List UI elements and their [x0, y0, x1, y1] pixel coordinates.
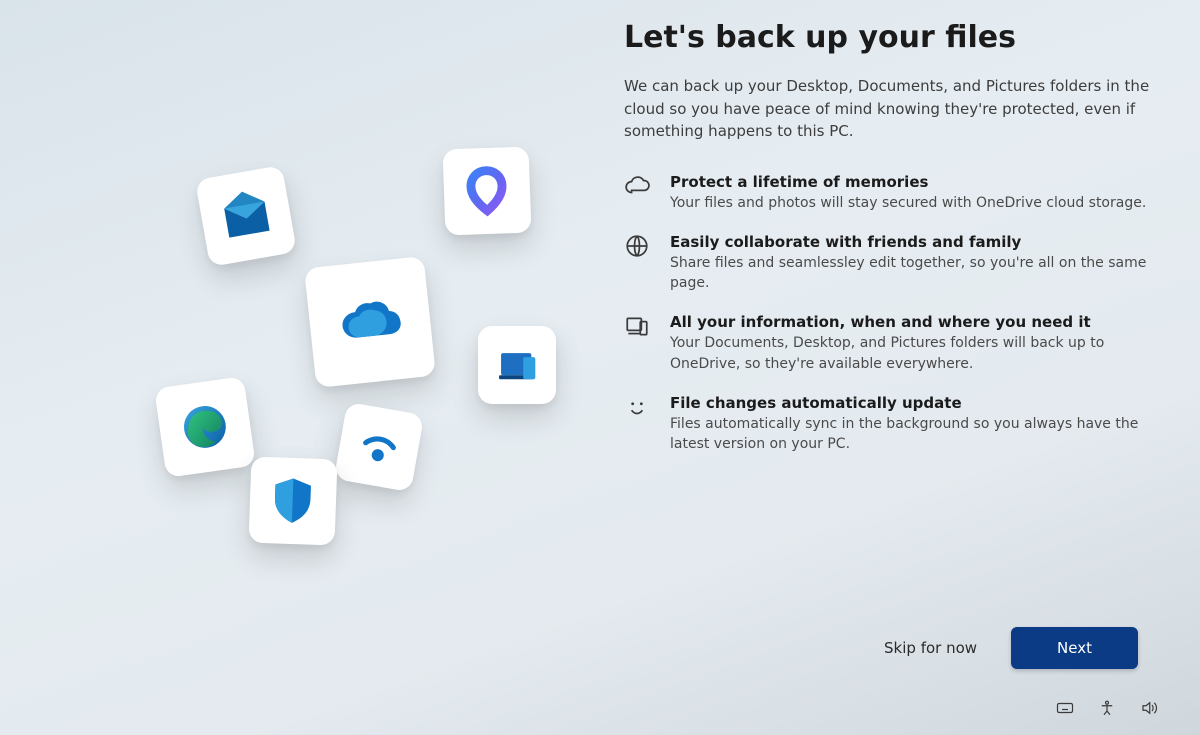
- feature-anywhere: All your information, when and where you…: [624, 313, 1154, 374]
- feature-protect-title: Protect a lifetime of memories: [670, 173, 1146, 191]
- feature-protect: Protect a lifetime of memories Your file…: [624, 173, 1154, 213]
- mail-icon: [195, 165, 297, 267]
- cloud-icon: [624, 173, 650, 199]
- phone-pc-icon: [624, 313, 650, 339]
- page-description: We can back up your Desktop, Documents, …: [624, 75, 1154, 143]
- devices-icon: [478, 326, 556, 404]
- footer-actions: Skip for now Next: [884, 627, 1138, 669]
- wifi-icon: [334, 402, 424, 492]
- globe-icon: [624, 233, 650, 259]
- smile-icon: [624, 394, 650, 420]
- edge-icon: [154, 376, 256, 478]
- onedrive-icon: [304, 256, 436, 388]
- feature-collaborate: Easily collaborate with friends and fami…: [624, 233, 1154, 294]
- next-button[interactable]: Next: [1011, 627, 1138, 669]
- shield-icon: [249, 457, 338, 546]
- page-title: Let's back up your files: [624, 20, 1154, 55]
- office-icon: [443, 147, 532, 236]
- feature-sync-body: Files automatically sync in the backgrou…: [670, 414, 1154, 455]
- feature-anywhere-title: All your information, when and where you…: [670, 313, 1154, 331]
- feature-collaborate-title: Easily collaborate with friends and fami…: [670, 233, 1154, 251]
- illustration-panel: [130, 140, 590, 560]
- volume-icon[interactable]: [1140, 699, 1158, 717]
- accessibility-icon[interactable]: [1098, 699, 1116, 717]
- feature-sync: File changes automatically update Files …: [624, 394, 1154, 455]
- feature-collaborate-body: Share files and seamlessley edit togethe…: [670, 253, 1154, 294]
- feature-sync-title: File changes automatically update: [670, 394, 1154, 412]
- feature-list: Protect a lifetime of memories Your file…: [624, 173, 1154, 455]
- feature-anywhere-body: Your Documents, Desktop, and Pictures fo…: [670, 333, 1154, 374]
- content-panel: Let's back up your files We can back up …: [624, 20, 1154, 455]
- feature-protect-body: Your files and photos will stay secured …: [670, 193, 1146, 213]
- system-tray: [1056, 699, 1158, 717]
- keyboard-icon[interactable]: [1056, 699, 1074, 717]
- skip-button[interactable]: Skip for now: [884, 639, 977, 657]
